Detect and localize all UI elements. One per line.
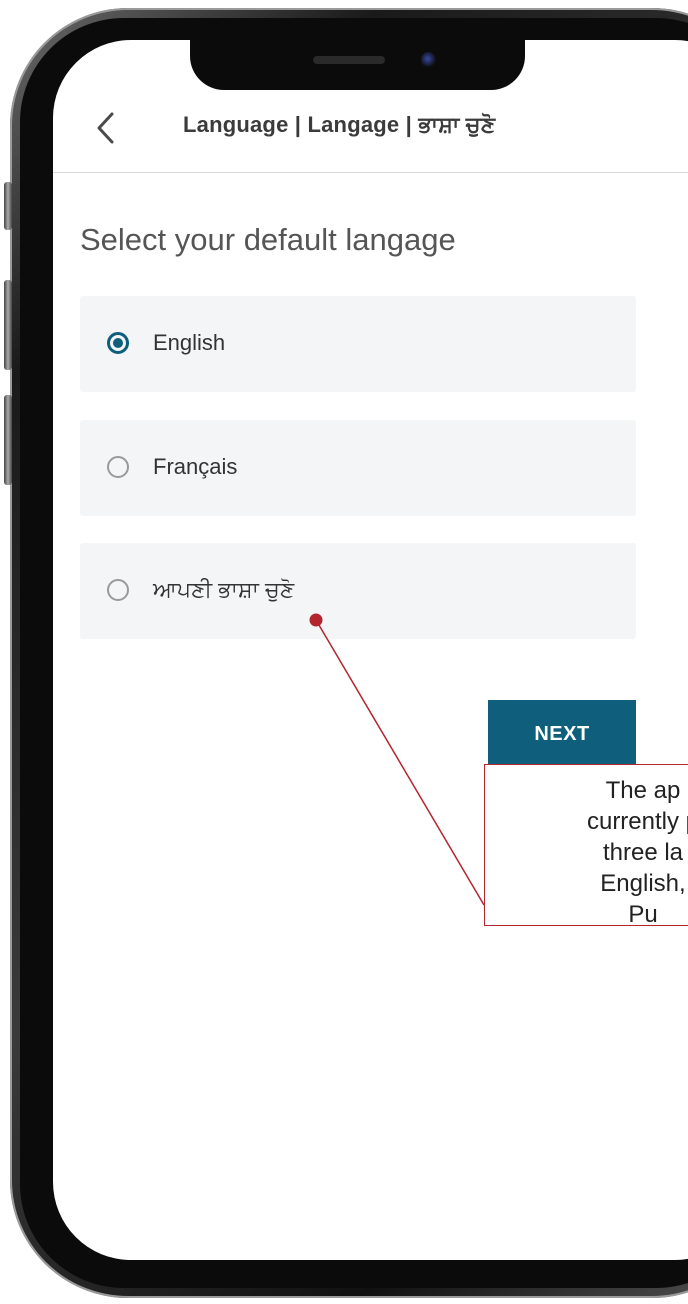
side-button-volume-down	[4, 395, 12, 485]
language-option-label: ਆਪਣੀ ਭਾਸ਼ਾ ਚੁਣੋ	[153, 577, 295, 602]
notch	[190, 40, 525, 90]
annotation-callout: The ap currently p three la English, Pu	[484, 764, 688, 926]
speaker-grille	[313, 56, 385, 64]
radio-unselected-icon[interactable]	[107, 579, 129, 601]
chevron-left-icon	[97, 112, 114, 144]
radio-unselected-icon[interactable]	[107, 456, 129, 478]
radio-selected-icon[interactable]	[107, 332, 129, 354]
header-title: Language | Langage | ਭਾਸ਼ਾ ਚੁਣੋ	[183, 112, 496, 137]
front-camera-icon	[421, 52, 436, 67]
next-button[interactable]: NEXT	[488, 700, 636, 769]
language-option-label: English	[153, 330, 226, 355]
language-option-english[interactable]: English	[80, 296, 636, 392]
language-option-punjabi[interactable]: ਆਪਣੀ ਭਾਸ਼ਾ ਚੁਣੋ	[80, 543, 636, 639]
page-title: Select your default langage	[80, 222, 456, 257]
device-mockup: Language | Langage | ਭਾਸ਼ਾ ਚੁਣੋ Select y…	[0, 0, 688, 1304]
language-option-francais[interactable]: Français	[80, 420, 636, 516]
side-button-volume-up	[4, 280, 12, 370]
back-button[interactable]	[92, 108, 120, 148]
language-option-label: Français	[153, 454, 238, 479]
side-button-mute	[4, 182, 12, 230]
annotation-text: The ap currently p three la English, Pu	[586, 777, 688, 926]
